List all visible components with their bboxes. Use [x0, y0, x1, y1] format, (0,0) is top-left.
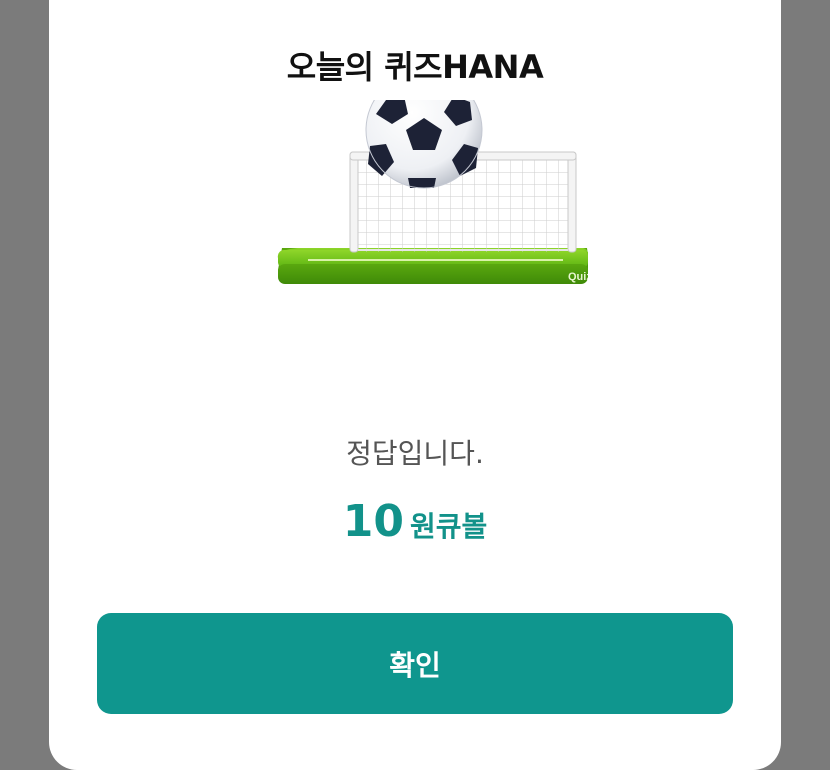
dialog-title: 오늘의 퀴즈HANA [286, 48, 544, 86]
reward-display: 10 원큐볼 [49, 496, 781, 547]
confirm-button[interactable]: 확인 [97, 613, 733, 714]
quiz-result-dialog: 오늘의 퀴즈HANA Qui 정답입니다. 10 원큐볼 확인 [49, 0, 781, 770]
reward-amount: 10 [342, 496, 404, 547]
reward-unit: 원큐볼 [409, 510, 488, 543]
soccer-goal-icon: Quiz [258, 71, 592, 320]
result-message: 정답입니다. [346, 437, 484, 470]
quiz-label: Quiz [568, 271, 588, 283]
